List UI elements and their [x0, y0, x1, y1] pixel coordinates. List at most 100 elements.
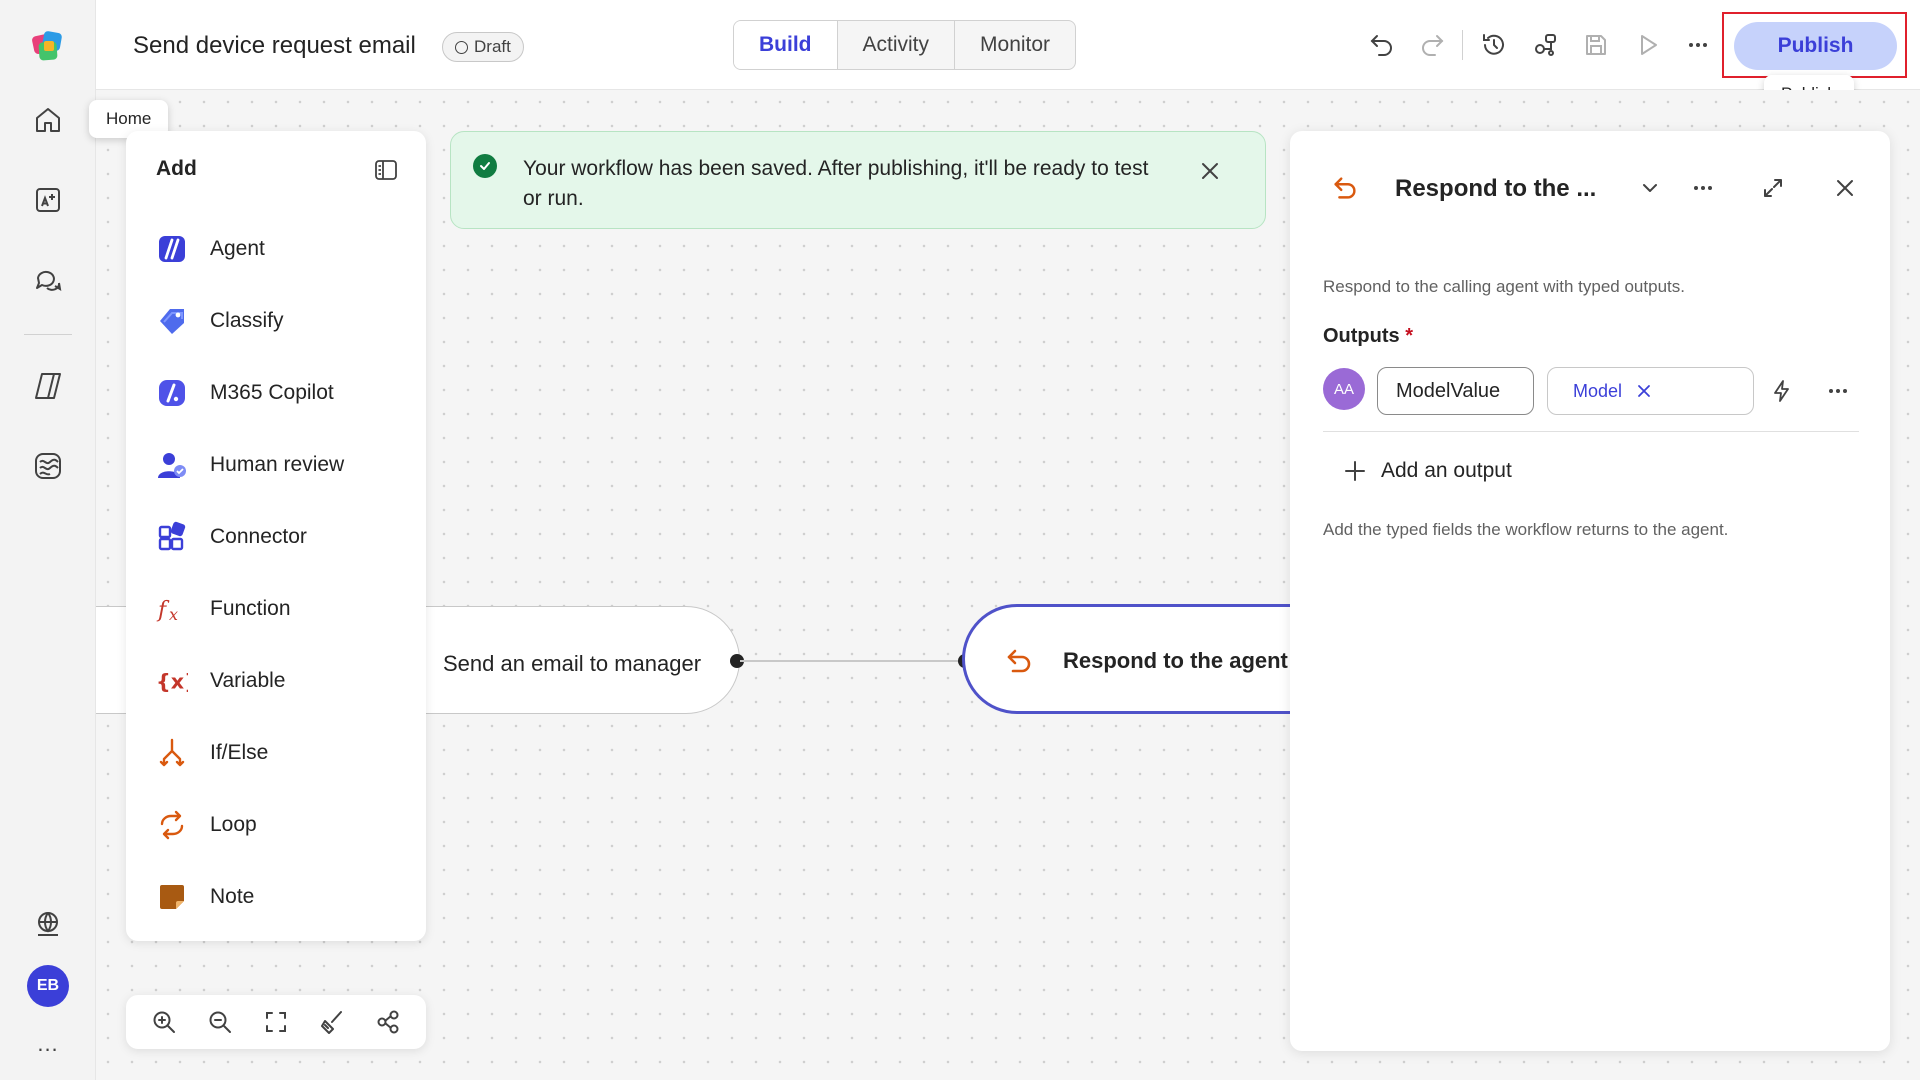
remove-type-icon[interactable]: [1636, 383, 1652, 399]
properties-hint: Add the typed fields the workflow return…: [1323, 520, 1729, 539]
respond-node-label: Respond to the agent: [1063, 648, 1288, 673]
toolbar-separator: [1462, 30, 1463, 60]
create-icon[interactable]: [24, 176, 72, 224]
properties-title: Respond to the ...: [1395, 175, 1597, 202]
svg-text:{x}: {x}: [156, 670, 188, 694]
history-icon[interactable]: [1476, 27, 1512, 63]
tab-monitor[interactable]: Monitor: [955, 21, 1075, 69]
svg-text:x: x: [169, 605, 178, 624]
left-rail: EB ...: [0, 0, 96, 1080]
app-logo[interactable]: [24, 22, 72, 70]
add-item-label: Classify: [210, 309, 284, 332]
tab-activity[interactable]: Activity: [838, 21, 956, 69]
fit-view-icon[interactable]: [256, 1002, 296, 1042]
toast-message: Your workflow has been saved. After publ…: [523, 157, 1149, 210]
add-item-agent[interactable]: Agent: [156, 225, 406, 273]
output-type-field[interactable]: Model: [1547, 367, 1754, 415]
human-review-icon: [156, 449, 188, 481]
add-output-button[interactable]: Add an output: [1343, 451, 1512, 491]
note-icon: [156, 881, 188, 913]
add-item-note[interactable]: Note: [156, 873, 406, 921]
tab-build[interactable]: Build: [734, 21, 838, 69]
add-item-function[interactable]: fx Function: [156, 585, 406, 633]
output-type-avatar: AA: [1323, 368, 1365, 410]
dynamic-value-icon[interactable]: [1766, 375, 1798, 407]
draft-circle-icon: [455, 40, 468, 54]
tidy-up-icon[interactable]: [312, 1002, 352, 1042]
more-icon[interactable]: [1680, 27, 1716, 63]
outputs-label-text: Outputs: [1323, 325, 1400, 347]
if-else-icon: [156, 737, 188, 769]
add-item-label: Connector: [210, 525, 307, 548]
run-icon[interactable]: [1630, 27, 1666, 63]
redo-icon[interactable]: [1414, 27, 1450, 63]
add-item-m365-copilot[interactable]: M365 Copilot: [156, 369, 406, 417]
agent-icon: [156, 233, 188, 265]
workflow-title: Send device request email: [133, 32, 416, 59]
copilot-icon: [156, 377, 188, 409]
add-panel: Add Agent Classify M365 Copilot Human re…: [126, 131, 426, 941]
add-item-loop[interactable]: Loop: [156, 801, 406, 849]
connector-icon: [156, 521, 188, 553]
add-item-label: M365 Copilot: [210, 381, 334, 404]
output-type-tag: Model: [1573, 380, 1623, 401]
classify-icon: [156, 305, 188, 337]
rail-more-icon[interactable]: ...: [28, 1030, 68, 1058]
plus-icon: [1345, 461, 1365, 481]
zoom-toolbar: [126, 995, 426, 1049]
undo-icon[interactable]: [1364, 27, 1400, 63]
add-item-classify[interactable]: Classify: [156, 297, 406, 345]
outputs-divider: [1323, 431, 1859, 432]
zoom-out-icon[interactable]: [200, 1002, 240, 1042]
saved-toast: Your workflow has been saved. After publ…: [450, 131, 1266, 229]
save-icon[interactable]: [1578, 27, 1614, 63]
add-item-connector[interactable]: Connector: [156, 513, 406, 561]
properties-panel: Respond to the ... Respond to the callin…: [1290, 131, 1890, 1051]
status-badge: Draft: [442, 32, 524, 62]
chat-icon[interactable]: [24, 256, 72, 304]
add-item-label: Function: [210, 597, 291, 620]
toast-close-icon[interactable]: [1193, 154, 1227, 188]
add-item-label: Human review: [210, 453, 345, 476]
chevron-down-icon[interactable]: [1631, 169, 1669, 207]
close-icon[interactable]: [1826, 169, 1864, 207]
add-item-label: If/Else: [210, 741, 269, 764]
add-item-label: Note: [210, 885, 255, 908]
add-item-human-review[interactable]: Human review: [156, 441, 406, 489]
output-name-field[interactable]: ModelValue: [1377, 367, 1534, 415]
add-item-label: Agent: [210, 237, 265, 260]
environment-icon[interactable]: [24, 900, 72, 948]
user-avatar[interactable]: EB: [27, 965, 69, 1007]
add-item-variable[interactable]: {x} Variable: [156, 657, 406, 705]
send-email-node-label: Send an email to manager: [443, 651, 702, 676]
respond-icon: [1330, 173, 1360, 203]
workflows-icon[interactable]: [24, 442, 72, 490]
properties-description: Respond to the calling agent with typed …: [1323, 277, 1685, 296]
minimap-icon[interactable]: [368, 1002, 408, 1042]
output-more-icon[interactable]: [1820, 375, 1856, 407]
variable-icon: {x}: [156, 665, 188, 697]
add-item-label: Variable: [210, 669, 286, 692]
add-item-label: Loop: [210, 813, 257, 836]
zoom-in-icon[interactable]: [144, 1002, 184, 1042]
rail-divider: [24, 334, 72, 335]
success-check-icon: [473, 154, 497, 178]
add-item-if-else[interactable]: If/Else: [156, 729, 406, 777]
respond-icon: [1003, 645, 1035, 677]
status-badge-label: Draft: [474, 37, 511, 56]
add-output-label: Add an output: [1381, 459, 1512, 482]
properties-more-icon[interactable]: [1684, 169, 1722, 207]
connector-line: [740, 660, 965, 662]
expand-icon[interactable]: [1754, 169, 1792, 207]
outputs-label: Outputs *: [1323, 325, 1413, 348]
function-icon: fx: [156, 593, 188, 625]
publish-button[interactable]: Publish: [1734, 22, 1897, 70]
connections-icon[interactable]: [1527, 27, 1563, 63]
add-panel-title: Add: [156, 157, 197, 180]
required-mark: *: [1405, 325, 1414, 347]
panel-toggle-icon[interactable]: [369, 153, 403, 187]
loop-icon: [156, 809, 188, 841]
view-tabs: Build Activity Monitor: [733, 20, 1077, 70]
home-icon[interactable]: [24, 96, 72, 144]
agents-icon[interactable]: [24, 362, 72, 410]
